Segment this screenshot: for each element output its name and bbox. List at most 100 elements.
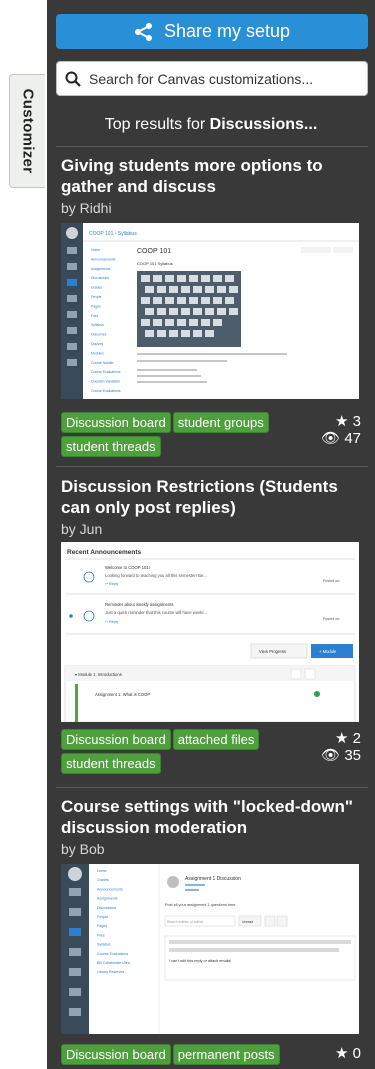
card-title[interactable]: Course settings with "locked-down" discu… <box>61 796 361 838</box>
customizer-panel: Share my setup Top results for Discussio… <box>47 0 375 1069</box>
thumb-announcement-title: Welcome to COOP 101! <box>105 565 150 570</box>
views-stat: 👁 35 <box>291 747 361 764</box>
tag[interactable]: student threads <box>61 753 161 774</box>
thumb-nav-item: Course Evaluations <box>97 952 128 956</box>
thumb-nav-item: Pages <box>91 304 101 308</box>
thumb-search-placeholder: Search entries or author <box>167 920 204 924</box>
tag[interactable]: Discussion board <box>61 412 171 433</box>
thumb-nav-item: Syllabus <box>97 943 111 947</box>
thumb-module-title: ▾ Module 1: Introductions <box>75 672 122 677</box>
tag[interactable]: student groups <box>172 412 269 433</box>
thumb-nav-item: Pages <box>97 924 107 928</box>
thumb-announcement-body: Just a quick reminder that this course w… <box>105 610 207 615</box>
thumb-subheading: COOP 101 Syllabus <box>137 261 173 266</box>
thumb-reply-link: ↩ Reply <box>105 582 118 586</box>
card-author: by Bob <box>61 841 105 857</box>
tag[interactable]: attached files <box>172 729 260 750</box>
results-term: Discussions... <box>209 116 318 133</box>
share-icon <box>134 22 152 41</box>
thumb-nav-item: Home <box>91 248 100 252</box>
thumb-nav-item: Discussions <box>91 276 109 280</box>
thumb-assignment: Assignment 1: What is COOP <box>95 692 150 697</box>
card-thumbnail[interactable]: COOP 101 › Syllabus Home Announcements Ass… <box>61 223 359 399</box>
stars-stat: ★ 3 <box>291 413 361 430</box>
tag[interactable]: Discussion board <box>61 729 171 750</box>
thumb-nav-item: Discussions <box>97 906 116 910</box>
thumb-nav-item: Course Notifier <box>91 361 114 365</box>
thumb-nav-item: Files <box>91 314 98 318</box>
search-input[interactable] <box>87 69 361 88</box>
thumb-reply-link: ↩ Reply <box>105 620 118 624</box>
result-card[interactable]: Discussion Restrictions (Students can on… <box>61 476 361 776</box>
thumb-unread: Unread <box>242 920 253 924</box>
card-stats: ★ 0 <box>291 1045 361 1062</box>
results-heading: Top results for Discussions... <box>47 116 375 134</box>
thumb-nav-item: Syllabus <box>91 323 104 327</box>
result-card[interactable]: Course settings with "locked-down" discu… <box>61 796 361 1069</box>
search-icon <box>65 71 81 87</box>
tag-list: Discussion board permanent posts <box>61 1044 291 1068</box>
thumb-announcement-title: Reminder about weekly assignments <box>105 602 173 607</box>
thumb-view-progress: View Progress <box>259 649 286 654</box>
stars-stat: ★ 2 <box>291 730 361 747</box>
thumb-nav-item: Announcements <box>91 257 116 261</box>
thumb-post-prompt: Post all your assignment 1 questions her… <box>165 903 237 907</box>
thumb-nav-item: Home <box>97 869 107 873</box>
thumb-nav-item: People <box>97 915 108 919</box>
thumb-nav-item: Modules <box>91 351 104 355</box>
tag[interactable]: permanent posts <box>172 1044 280 1065</box>
card-thumbnail[interactable]: Recent Announcements Welcome to COOP 101… <box>61 542 359 722</box>
thumb-nav-item: Files <box>97 933 105 937</box>
tag-list: Discussion board student groups student th… <box>61 412 291 460</box>
card-stats: ★ 2 👁 35 <box>291 730 361 764</box>
results-prefix: Top results for <box>104 116 210 133</box>
eye-icon: 👁 <box>321 747 341 764</box>
thumb-module-button: + Module <box>319 649 337 654</box>
thumb-nav-item: Assignments <box>91 267 111 271</box>
card-title[interactable]: Giving students more options to gather a… <box>61 155 361 197</box>
thumb-heading: COOP 101 <box>137 248 171 255</box>
card-thumbnail[interactable]: Home Grades Announcements Assignments Discus… <box>61 864 359 1034</box>
thumb-nav-item: Quizzes <box>91 342 104 346</box>
thumb-announcement-body: Looking forward to teaching you all this… <box>105 573 207 578</box>
card-title[interactable]: Discussion Restrictions (Students can on… <box>61 476 361 518</box>
divider <box>56 466 368 467</box>
thumb-nav-item: Library Reserves <box>97 970 124 974</box>
eye-icon: 👁 <box>321 430 341 447</box>
star-icon: ★ <box>335 730 349 747</box>
share-setup-button[interactable]: Share my setup <box>56 14 368 49</box>
card-stats: ★ 3 👁 47 <box>291 413 361 447</box>
discussion-screenshot: Home Grades Announcements Assignments Discus… <box>61 864 356 1034</box>
thumb-nav-item: Assignments <box>97 897 118 901</box>
customizer-tab[interactable]: Customizer <box>9 74 45 188</box>
share-setup-label: Share my setup <box>163 21 291 41</box>
tag[interactable]: student threads <box>61 436 161 457</box>
card-author: by Jun <box>61 521 103 537</box>
divider <box>56 146 368 147</box>
thumb-post-title: Assignment 1 Discussion <box>185 876 241 882</box>
thumb-nav-item: People <box>91 295 102 299</box>
thumb-posted: Posted on: <box>323 617 340 621</box>
thumb-nav-item: Grades <box>97 878 109 882</box>
thumb-nav-item: BB Collaborate Ultra <box>97 961 130 965</box>
tag-list: Discussion board attached files student th… <box>61 729 291 777</box>
views-count: 35 <box>344 747 361 764</box>
result-card[interactable]: Giving students more options to gather a… <box>61 155 361 457</box>
thumb-nav-item: Question Validation <box>91 380 120 384</box>
star-icon: ★ <box>335 1045 349 1062</box>
thumb-nav-item: Announcements <box>97 887 123 891</box>
views-stat: 👁 47 <box>291 430 361 447</box>
tag[interactable]: Discussion board <box>61 1044 171 1065</box>
stars-count: 3 <box>352 413 361 430</box>
divider <box>56 787 368 788</box>
views-count: 47 <box>344 430 361 447</box>
thumb-nav-item: Course Evaluations <box>91 370 121 374</box>
thumb-nav-item: Grades <box>91 286 102 290</box>
stars-count: 2 <box>352 730 361 747</box>
syllabus-screenshot: COOP 101 › Syllabus Home Announcements Ass… <box>61 223 359 399</box>
search-box[interactable] <box>56 61 368 96</box>
thumb-reply-text: I can't edit this reply or attach emails… <box>169 959 231 963</box>
thumb-posted: Posted on: <box>323 579 340 583</box>
stars-count: 0 <box>352 1045 361 1062</box>
stars-stat: ★ 0 <box>291 1045 361 1062</box>
